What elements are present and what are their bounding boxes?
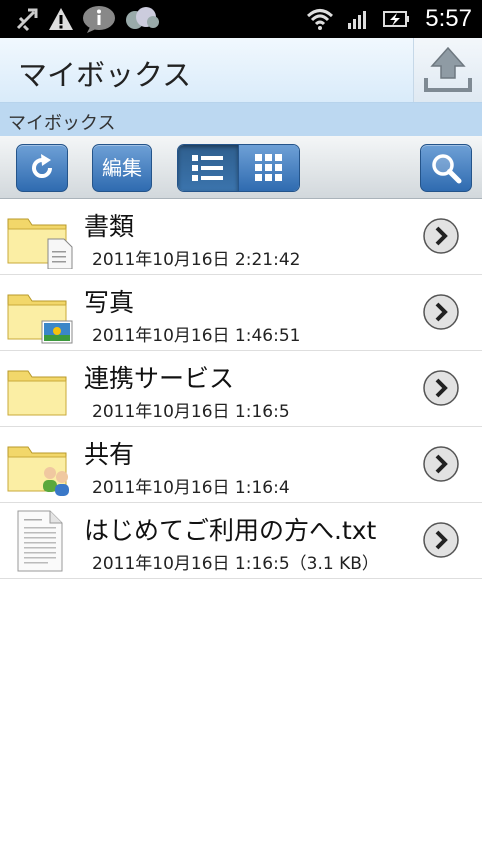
status-bar: 5:57 [0, 0, 482, 38]
list-view-icon [192, 155, 223, 181]
search-button[interactable] [420, 144, 472, 192]
list-item[interactable]: はじめてご利用の方へ.txt 2011年10月16日 1:16:5（3.1 KB… [0, 503, 482, 579]
toolbar: 編集 [0, 136, 482, 199]
usb-debug-icon [16, 8, 38, 32]
title-bar: マイボックス [0, 38, 482, 103]
file-name: 写真 [84, 288, 135, 317]
chevron-right-icon[interactable] [423, 370, 459, 406]
warning-icon [49, 8, 73, 30]
file-name: はじめてご利用の方へ.txt [84, 516, 377, 545]
grid-view-button[interactable] [238, 145, 299, 191]
grid-view-icon [255, 154, 282, 181]
refresh-button[interactable] [16, 144, 68, 192]
list-item[interactable]: 書類 2011年10月16日 2:21:42 [0, 199, 482, 275]
upload-button[interactable] [413, 38, 482, 102]
folder-photos-icon [7, 294, 73, 344]
refresh-icon [32, 154, 53, 178]
signal-icon [348, 11, 367, 29]
folder-icon [7, 370, 67, 416]
wifi-icon [307, 9, 334, 30]
edit-button[interactable]: 編集 [92, 144, 152, 192]
file-meta: 2011年10月16日 1:16:4 [92, 478, 290, 498]
file-meta: 2011年10月16日 1:16:5 [92, 402, 290, 422]
text-file-icon [17, 510, 63, 572]
file-meta: 2011年10月16日 1:46:51 [92, 326, 301, 346]
file-name: 連携サービス [84, 364, 235, 393]
file-meta: 2011年10月16日 2:21:42 [92, 250, 301, 270]
file-meta: 2011年10月16日 1:16:5（3.1 KB） [92, 554, 379, 574]
breadcrumb: マイボックス [0, 103, 482, 136]
folder-documents-icon [7, 218, 73, 269]
chevron-right-icon[interactable] [423, 522, 459, 558]
list-item[interactable]: 連携サービス 2011年10月16日 1:16:5 [0, 351, 482, 427]
breadcrumb-path[interactable]: マイボックス [8, 109, 115, 135]
list-item[interactable]: 写真 2011年10月16日 1:46:51 [0, 275, 482, 351]
file-list: 書類 2011年10月16日 2:21:42 写真 2011年10月16日 1:… [0, 199, 482, 579]
chevron-right-icon[interactable] [423, 446, 459, 482]
chevron-right-icon[interactable] [423, 218, 459, 254]
list-view-button[interactable] [178, 145, 238, 191]
search-icon [432, 154, 462, 184]
chevron-right-icon[interactable] [423, 294, 459, 330]
upload-icon [424, 46, 472, 92]
folder-shared-icon [7, 446, 69, 496]
info-bubble-icon [83, 6, 115, 33]
sync-cloud-icon [126, 7, 159, 29]
battery-charging-icon [383, 11, 410, 27]
file-name: 共有 [84, 440, 135, 469]
page-title: マイボックス [18, 58, 192, 92]
file-name: 書類 [84, 212, 135, 241]
status-clock: 5:57 [425, 5, 472, 32]
view-toggle [177, 144, 300, 192]
list-item[interactable]: 共有 2011年10月16日 1:16:4 [0, 427, 482, 503]
